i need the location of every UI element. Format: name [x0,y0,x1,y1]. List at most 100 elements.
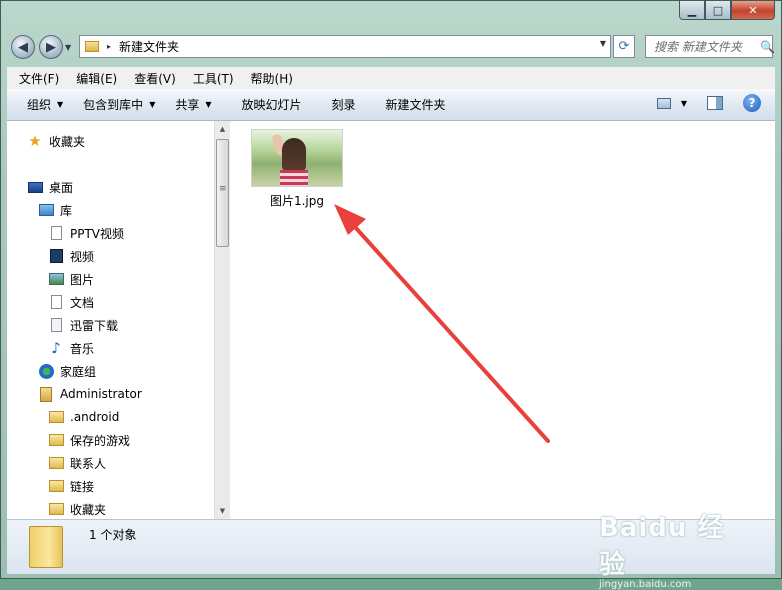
nav-item-label: 音乐 [70,341,95,356]
chevron-down-icon: ▼ [149,100,156,109]
nav-item-contacts[interactable]: 联系人 [48,452,106,474]
menu-file[interactable]: 文件(F) [7,70,64,87]
nav-item-label: 链接 [70,479,95,494]
address-bar[interactable]: ▸ 新建文件夹 ▼ [79,35,611,58]
forward-button[interactable]: ▶ [39,35,63,59]
nav-item-music[interactable]: ♪ 音乐 [48,337,94,359]
nav-item-links[interactable]: 链接 [48,475,94,497]
nav-item-label: 库 [60,203,73,218]
nav-item-administrator[interactable]: Administrator [38,383,142,405]
watermark-logo: Baidu 经验 [599,513,725,580]
breadcrumb-separator-icon[interactable]: ▸ [107,42,111,51]
library-icon [38,202,54,218]
folder-icon [85,41,99,52]
view-controls: ▼ ? [656,94,761,112]
navigation-pane: ★ 收藏夹 桌面 库 PPTV视频 视频 图片 文档 迅雷下载 ♪ 音乐 家庭组 A… [7,121,214,519]
organize-label: 组织 [27,98,52,112]
file-item[interactable]: 图片1.jpg [251,129,343,209]
scroll-down-icon[interactable]: ▼ [215,503,230,519]
caption-buttons: ▁ □ ✕ [679,1,775,20]
menu-bar: 文件(F) 编辑(E) 查看(V) 工具(T) 帮助(H) [7,67,775,90]
explorer-window: ▁ □ ✕ ◀ ▶ ▼ ▸ 新建文件夹 ▼ ⟳ 🔍 文件(F) 编辑(E) 查看… [0,0,782,590]
scroll-up-icon[interactable]: ▲ [215,121,230,137]
include-in-library-label: 包含到库中 [83,98,144,112]
nav-item-documents[interactable]: 文档 [48,291,94,313]
preview-pane-icon[interactable] [707,96,723,110]
view-options-dropdown-icon[interactable]: ▼ [681,99,687,108]
minimize-button[interactable]: ▁ [679,1,705,20]
refresh-button[interactable]: ⟳ [613,35,635,58]
video-icon [48,248,64,264]
desktop-icon [27,179,43,195]
change-view-icon[interactable] [656,97,671,109]
nav-item-homegroup[interactable]: 家庭组 [38,360,96,382]
share-button[interactable]: 共享 ▼ [175,96,211,113]
burn-label: 刻录 [331,98,356,112]
pictures-icon [48,271,64,287]
folder-icon [48,501,64,517]
watermark-url: jingyan.baidu.com [599,579,692,590]
scroll-thumb[interactable] [216,139,229,247]
new-folder-button[interactable]: 新建文件夹 [386,96,446,113]
nav-item-user-favorites[interactable]: 收藏夹 [48,498,106,520]
user-folder-icon [38,386,54,402]
chevron-down-icon: ▼ [205,100,212,109]
close-button[interactable]: ✕ [731,1,775,20]
nav-item-saved-games[interactable]: 保存的游戏 [48,429,130,451]
menu-help[interactable]: 帮助(H) [239,70,298,87]
nav-item-label: PPTV视频 [70,226,125,241]
back-button[interactable]: ◀ [11,35,35,59]
nav-item-label: 迅雷下载 [70,318,119,333]
item-count: 1 个对象 [89,528,137,542]
search-icon[interactable]: 🔍 [760,40,775,54]
nav-item-label: 图片 [70,272,95,287]
baidu-watermark: Baidu 经验 jingyan.baidu.com [599,507,749,590]
file-name: 图片1.jpg [269,194,325,208]
folder-icon [48,478,64,494]
nav-item-label: .android [70,410,120,424]
menu-tools[interactable]: 工具(T) [181,70,239,87]
recent-pages-dropdown[interactable]: ▼ [65,43,71,52]
nav-item-desktop[interactable]: 桌面 [27,176,73,198]
nav-item-favorites[interactable]: ★ 收藏夹 [27,130,85,152]
chevron-down-icon: ▼ [57,100,64,109]
folder-icon [48,455,64,471]
file-list: 图片1.jpg [230,121,775,519]
nav-item-xunlei-downloads[interactable]: 迅雷下载 [48,314,118,336]
folder-icon [29,526,63,568]
nav-item-pptv[interactable]: PPTV视频 [48,222,124,244]
nav-item-label: 家庭组 [60,364,97,379]
nav-item-label: 视频 [70,249,95,264]
nav-item-label: 文档 [70,295,95,310]
breadcrumb-current-folder[interactable]: 新建文件夹 [119,38,179,55]
command-bar: 组织 ▼ 包含到库中 ▼ 共享 ▼ 放映幻灯片 刻录 新建文件夹 ▼ ? [7,89,775,121]
download-icon [48,317,64,333]
slideshow-button[interactable]: 放映幻灯片 [242,96,302,113]
help-icon[interactable]: ? [743,94,761,112]
document-icon [48,294,64,310]
burn-button[interactable]: 刻录 [332,96,356,113]
include-in-library-button[interactable]: 包含到库中 ▼ [83,96,155,113]
menu-edit[interactable]: 编辑(E) [64,70,122,87]
address-row: ◀ ▶ ▼ ▸ 新建文件夹 ▼ ⟳ 🔍 [1,29,781,63]
image-thumbnail [251,129,343,187]
search-input[interactable] [652,38,760,55]
nav-item-pictures[interactable]: 图片 [48,268,94,290]
nav-item-label: Administrator [60,387,142,401]
nav-item-label: 桌面 [49,180,74,195]
nav-item-libraries[interactable]: 库 [38,199,72,221]
slideshow-label: 放映幻灯片 [241,98,302,112]
address-history-dropdown-icon[interactable]: ▼ [600,39,606,48]
menu-view[interactable]: 查看(V) [122,70,181,87]
nav-item-label: 保存的游戏 [70,433,131,448]
new-folder-label: 新建文件夹 [385,98,446,112]
nav-item-android[interactable]: .android [48,406,119,428]
nav-item-label: 联系人 [70,456,107,471]
homegroup-icon [38,363,54,379]
nav-scrollbar[interactable]: ▲ ▼ [214,121,230,519]
maximize-button[interactable]: □ [705,1,731,20]
search-box[interactable]: 🔍 [645,35,775,58]
organize-button[interactable]: 组织 ▼ [27,96,63,113]
arrow-shaft [344,215,550,443]
nav-item-videos[interactable]: 视频 [48,245,94,267]
